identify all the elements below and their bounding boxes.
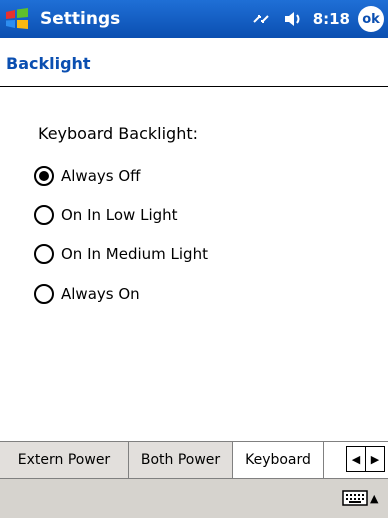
- radio-on-in-medium-light[interactable]: On In Medium Light: [34, 244, 208, 264]
- connectivity-icon[interactable]: [249, 7, 273, 31]
- keyboard-backlight-label: Keyboard Backlight:: [38, 124, 198, 143]
- tab-bar: Extern Power Both Power Keyboard ◀ ▶: [0, 441, 388, 479]
- chevron-up-icon[interactable]: ▲: [370, 492, 378, 505]
- input-panel-button[interactable]: ▲: [342, 488, 378, 508]
- tab-scroll-buttons: ◀ ▶: [346, 446, 385, 472]
- command-bar: ▲: [0, 478, 388, 518]
- page-header: Backlight: [0, 38, 388, 87]
- app-title: Settings: [40, 9, 121, 29]
- radio-label: Always On: [61, 285, 140, 303]
- windows-flag-icon: [6, 8, 28, 29]
- radio-button[interactable]: [34, 205, 54, 225]
- system-tray: 8:18 ok: [249, 6, 388, 32]
- keyboard-icon: [342, 490, 368, 506]
- ok-button[interactable]: ok: [358, 6, 384, 32]
- radio-label: On In Low Light: [61, 206, 178, 224]
- volume-icon[interactable]: [281, 7, 305, 31]
- tab-keyboard[interactable]: Keyboard: [233, 442, 324, 478]
- title-bar: Settings 8:18 ok: [0, 0, 388, 38]
- radio-always-on[interactable]: Always On: [34, 284, 140, 304]
- radio-button[interactable]: [34, 244, 54, 264]
- tab-both-power[interactable]: Both Power: [129, 442, 233, 478]
- page-title: Backlight: [6, 54, 91, 73]
- radio-on-in-low-light[interactable]: On In Low Light: [34, 205, 178, 225]
- radio-label: On In Medium Light: [61, 245, 208, 263]
- clock[interactable]: 8:18: [313, 10, 350, 28]
- radio-button-selected[interactable]: [34, 166, 54, 186]
- radio-always-off[interactable]: Always Off: [34, 166, 141, 186]
- radio-button[interactable]: [34, 284, 54, 304]
- start-button[interactable]: [0, 0, 34, 38]
- radio-label: Always Off: [61, 167, 141, 185]
- right-arrow-icon[interactable]: ▶: [365, 447, 384, 471]
- left-arrow-icon[interactable]: ◀: [347, 447, 365, 471]
- tab-extern-power[interactable]: Extern Power: [0, 442, 129, 478]
